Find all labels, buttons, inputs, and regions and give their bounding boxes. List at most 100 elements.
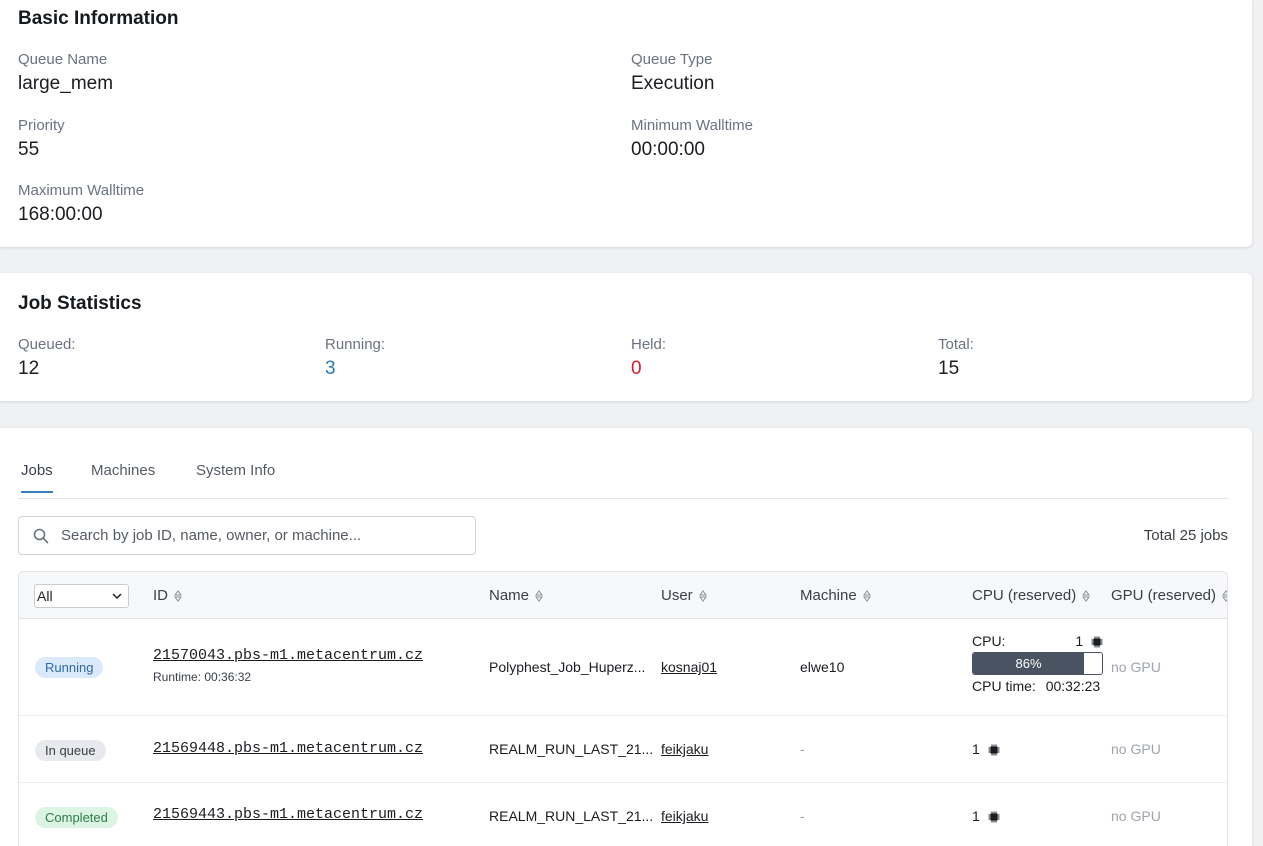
cpu-time-value: 00:32:23 <box>1045 678 1101 694</box>
priority-field: Priority 55 <box>18 117 65 161</box>
table-row[interactable]: In queue 21569448.pbs-m1.metacentrum.cz … <box>19 716 1227 783</box>
job-machine: - <box>800 808 805 824</box>
cpu-reserved: 1 <box>972 741 1000 757</box>
cpu-usage-progress: 86% <box>972 652 1103 675</box>
table-header: All ID Name User Machine CPU (reserved) … <box>19 572 1227 619</box>
cpu-chip-icon <box>988 811 1000 823</box>
column-header-machine[interactable]: Machine <box>800 587 871 604</box>
tab-system-info[interactable]: System Info <box>196 462 275 491</box>
job-id-link[interactable]: 21569448.pbs-m1.metacentrum.cz <box>153 740 423 757</box>
cpu-count: 1 <box>1075 633 1084 649</box>
cpu-label: CPU: <box>972 633 1006 649</box>
held-label: Held: <box>631 336 667 353</box>
max-walltime-label: Maximum Walltime <box>18 182 145 199</box>
table-row[interactable]: Running 21570043.pbs-m1.metacentrum.cz R… <box>19 619 1227 716</box>
gpu-reserved: no GPU <box>1111 659 1161 675</box>
held-stat: Held: 0 <box>631 336 666 380</box>
status-filter-value: All <box>37 588 53 604</box>
min-walltime-field: Minimum Walltime 00:00:00 <box>631 117 753 161</box>
job-user-link[interactable]: kosnaj01 <box>661 659 717 675</box>
status-badge: Running <box>35 657 104 678</box>
cpu-reserved: 1 <box>972 808 1000 824</box>
job-runtime: Runtime: 00:36:32 <box>153 670 252 684</box>
gpu-reserved: no GPU <box>1111 808 1161 824</box>
column-header-cpu[interactable]: CPU (reserved) <box>972 587 1091 604</box>
status-filter-select[interactable]: All <box>34 584 129 608</box>
queue-type-field: Queue Type Execution <box>631 51 714 95</box>
basic-information-card: Basic Information Queue Name large_mem Q… <box>0 0 1252 247</box>
running-value: 3 <box>325 358 336 379</box>
cpu-count-wrap: 1 <box>1075 633 1103 649</box>
column-header-id[interactable]: ID <box>153 587 182 604</box>
gpu-reserved: no GPU <box>1111 741 1161 757</box>
status-badge: In queue <box>35 740 106 761</box>
column-header-name[interactable]: Name <box>489 587 544 604</box>
max-walltime-value: 168:00:00 <box>18 204 103 225</box>
sort-icon <box>698 589 707 602</box>
job-name: REALM_RUN_LAST_21... <box>489 741 654 757</box>
total-value: 15 <box>938 358 960 379</box>
tab-machines[interactable]: Machines <box>91 462 155 491</box>
sort-icon <box>174 589 182 602</box>
job-id-cell: 21570043.pbs-m1.metacentrum.cz Runtime: … <box>153 647 423 684</box>
column-header-gpu-label: GPU (reserved) <box>1111 587 1217 604</box>
total-label: Total: <box>938 336 974 353</box>
cpu-time-label: CPU time: <box>972 678 1036 694</box>
min-walltime-label: Minimum Walltime <box>631 117 753 134</box>
jobs-table: All ID Name User Machine CPU (reserved) … <box>18 571 1228 846</box>
sort-icon <box>1222 589 1227 602</box>
search-box[interactable] <box>18 516 476 555</box>
column-header-machine-label: Machine <box>800 587 857 604</box>
jobs-card: Jobs Machines System Info Total 25 jobs … <box>0 428 1252 846</box>
basic-information-title: Basic Information <box>18 8 179 29</box>
max-walltime-field: Maximum Walltime 168:00:00 <box>18 182 144 226</box>
priority-label: Priority <box>18 117 65 134</box>
column-header-user-label: User <box>661 587 693 604</box>
job-machine: elwe10 <box>800 659 845 675</box>
running-label: Running: <box>325 336 386 353</box>
column-header-id-label: ID <box>153 587 168 604</box>
sort-icon <box>862 589 871 602</box>
cpu-reserved-line: CPU: 1 <box>972 633 1103 649</box>
tab-jobs[interactable]: Jobs <box>21 462 53 493</box>
chevron-down-icon <box>112 593 122 599</box>
cpu-usage-percent: 86% <box>1015 656 1042 671</box>
queued-stat: Queued: 12 <box>18 336 76 380</box>
queued-value: 12 <box>18 358 40 379</box>
job-machine: - <box>800 741 805 757</box>
held-value: 0 <box>631 358 642 379</box>
queue-name-value: large_mem <box>18 73 114 94</box>
queued-label: Queued: <box>18 336 76 353</box>
job-name: REALM_RUN_LAST_21... <box>489 808 654 824</box>
cpu-chip-icon <box>988 744 1000 756</box>
cpu-usage-cell: CPU: 1 86% CPU time: 00:32:23 <box>972 633 1103 694</box>
tab-bar: Jobs Machines System Info <box>18 456 1228 499</box>
job-id-link[interactable]: 21569443.pbs-m1.metacentrum.cz <box>153 806 423 823</box>
queue-type-label: Queue Type <box>631 51 713 68</box>
job-id-link[interactable]: 21570043.pbs-m1.metacentrum.cz <box>153 647 423 664</box>
column-header-gpu[interactable]: GPU (reserved) <box>1111 587 1227 604</box>
total-jobs-count: Total 25 jobs <box>1143 527 1228 544</box>
job-statistics-title: Job Statistics <box>18 293 142 314</box>
queue-type-value: Execution <box>631 73 715 94</box>
table-row[interactable]: Completed 21569443.pbs-m1.metacentrum.cz… <box>19 783 1227 846</box>
column-header-cpu-label: CPU (reserved) <box>972 587 1077 604</box>
job-user-link[interactable]: feikjaku <box>661 741 708 757</box>
cpu-count: 1 <box>972 808 980 824</box>
job-name: Polyphest_Job_Huperz... <box>489 659 646 675</box>
job-user-link[interactable]: feikjaku <box>661 808 708 824</box>
min-walltime-value: 00:00:00 <box>631 139 705 160</box>
queue-name-label: Queue Name <box>18 51 108 68</box>
cpu-time-line: CPU time: 00:32:23 <box>972 678 1103 694</box>
sort-icon <box>1082 589 1091 602</box>
cpu-chip-icon <box>1091 636 1103 648</box>
sort-icon <box>535 589 544 602</box>
job-statistics-card: Job Statistics Queued: 12 Running: 3 Hel… <box>0 273 1252 401</box>
search-input[interactable] <box>61 527 441 544</box>
column-header-name-label: Name <box>489 587 530 604</box>
priority-value: 55 <box>18 139 40 160</box>
column-header-user[interactable]: User <box>661 587 707 604</box>
queue-name-field: Queue Name large_mem <box>18 51 113 95</box>
status-badge: Completed <box>35 807 118 828</box>
cpu-count: 1 <box>972 741 980 757</box>
